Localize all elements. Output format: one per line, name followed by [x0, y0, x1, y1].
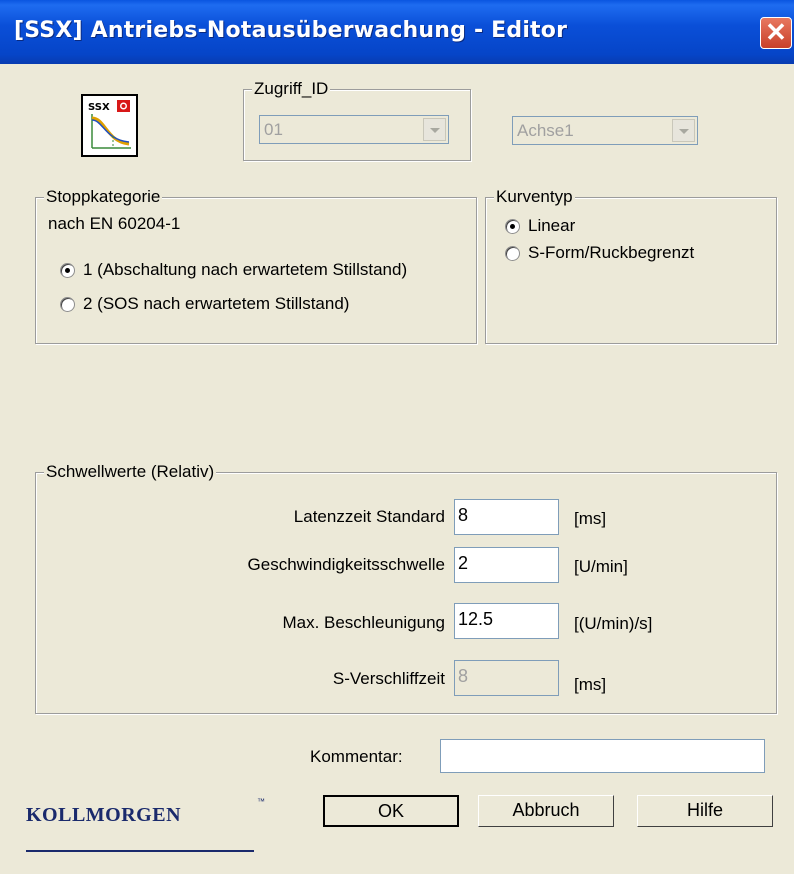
geschwindigkeit-label: Geschwindigkeitsschwelle — [247, 555, 445, 574]
zugriff-id-select[interactable]: 01 — [259, 115, 449, 144]
latenzzeit-unit: [ms] — [574, 509, 607, 528]
latenzzeit-label: Latenzzeit Standard — [293, 507, 445, 526]
norm-text: nach EN 60204-1 — [48, 214, 181, 233]
radio-dot-icon[interactable] — [60, 262, 75, 278]
radio-linear-label: Linear — [528, 216, 576, 235]
schwellwerte-label: Schwellwerte (Relativ) — [44, 462, 217, 482]
ok-button[interactable]: OK — [323, 795, 459, 827]
dialog-body: SSX Zugriff_ID 01 Achse1 Stoppkategorie … — [0, 64, 794, 874]
stoppkategorie-label: Stoppkategorie — [44, 187, 163, 207]
radio-dot-icon[interactable] — [60, 296, 75, 312]
radio-linear[interactable]: Linear — [505, 216, 575, 236]
radio-s-form-label: S-Form/Ruckbegrenzt — [528, 243, 695, 262]
zugriff-id-group: Zugriff_ID 01 — [243, 79, 471, 161]
beschleunigung-input[interactable]: 12.5 — [454, 603, 559, 639]
geschwindigkeit-input[interactable]: 2 — [454, 547, 559, 583]
radio-dot-icon[interactable] — [505, 245, 520, 261]
kurventyp-group: Kurventyp Linear S-Form/Ruckbegrenzt — [485, 187, 777, 344]
beschleunigung-label: Max. Beschleunigung — [282, 613, 445, 632]
radio-stopp-2[interactable]: 2 (SOS nach erwartetem Stillstand) — [60, 294, 349, 314]
stoppkategorie-group: Stoppkategorie nach EN 60204-1 1 (Abscha… — [35, 187, 477, 344]
close-button[interactable]: ✕ — [760, 17, 792, 49]
kurventyp-label: Kurventyp — [494, 187, 575, 207]
radio-stopp-1-label: 1 (Abschaltung nach erwartetem Stillstan… — [83, 260, 408, 279]
window-title: [SSX] Antriebs-Notausüberwachung - Edito… — [14, 18, 568, 43]
help-button[interactable]: Hilfe — [637, 795, 773, 827]
zugriff-id-value: 01 — [264, 120, 283, 139]
geschwindigkeit-unit: [U/min] — [574, 557, 628, 576]
axis-select[interactable]: Achse1 — [512, 116, 698, 145]
title-bar[interactable]: [SSX] Antriebs-Notausüberwachung - Edito… — [0, 0, 794, 64]
chevron-down-icon[interactable] — [423, 118, 446, 141]
schwellwerte-group: Schwellwerte (Relativ) Latenzzeit Standa… — [35, 462, 777, 714]
icon-badge-text: SSX — [88, 102, 110, 113]
latenzzeit-input[interactable]: 8 — [454, 499, 559, 535]
zugriff-id-label: Zugriff_ID — [252, 79, 331, 99]
beschleunigung-unit: [(U/min)/s] — [574, 614, 653, 633]
ssx-function-icon: SSX — [81, 94, 138, 157]
axis-value: Achse1 — [517, 121, 574, 140]
radio-stopp-2-label: 2 (SOS nach erwartetem Stillstand) — [83, 294, 350, 313]
logo-underline — [26, 850, 254, 852]
kollmorgen-logo: KOLLMORGEN — [26, 804, 182, 826]
radio-stopp-1[interactable]: 1 (Abschaltung nach erwartetem Stillstan… — [60, 260, 407, 280]
verschliffzeit-unit: [ms] — [574, 675, 607, 694]
kommentar-label: Kommentar: — [310, 747, 403, 766]
chevron-down-icon[interactable] — [672, 119, 695, 142]
kommentar-input[interactable] — [440, 739, 765, 773]
radio-s-form[interactable]: S-Form/Ruckbegrenzt — [505, 243, 694, 263]
logo-trademark: ™ — [257, 797, 265, 806]
verschliffzeit-label: S-Verschliffzeit — [332, 669, 445, 688]
radio-dot-icon[interactable] — [505, 218, 520, 234]
cancel-button[interactable]: Abbruch — [478, 795, 614, 827]
verschliffzeit-input: 8 — [454, 660, 559, 696]
